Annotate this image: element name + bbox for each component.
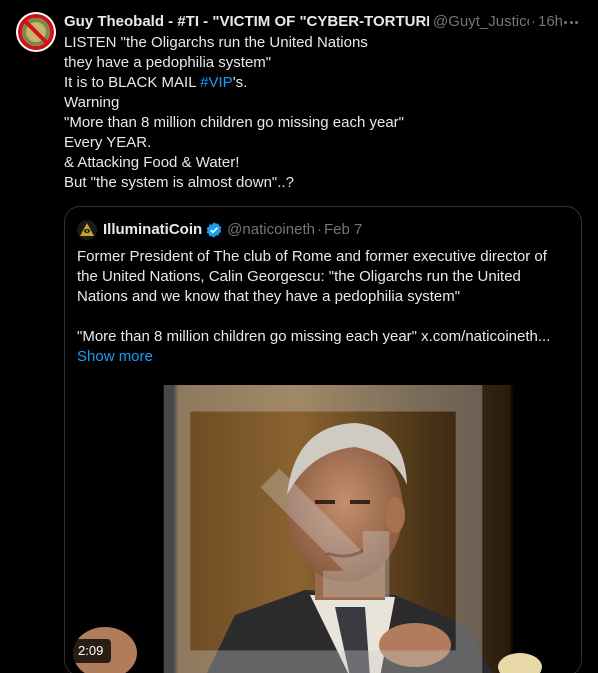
tweet-text: LISTEN "the Oligarchs run the United Nat… [64,33,584,193]
no-symbol-avatar-icon [17,13,55,51]
author-name[interactable]: Guy Theobald - #TI - "VICTIM OF "CYBER-T… [64,12,429,32]
quoted-author-name[interactable]: IlluminatiCoin [103,220,202,240]
tweet-header: Guy Theobald - #TI - "VICTIM OF "CYBER-T… [64,12,586,32]
more-horizontal-icon[interactable] [560,11,582,33]
tweet[interactable]: Guy Theobald - #TI - "VICTIM OF "CYBER-T… [0,0,598,673]
tweet-line: Warning [64,94,120,111]
tweet-line: It is to BLACK MAIL #VIP's. [64,73,584,93]
video-player[interactable]: 2:09 [65,385,581,673]
quoted-line: the United Nations, Calin Georgescu: "th… [77,268,521,285]
tweet-line: "More than 8 million children go missing… [64,114,404,131]
hashtag-suffix: 's. [232,74,248,91]
quoted-line: Former President of The club of Rome and… [77,248,547,265]
hashtag-link[interactable]: #VIP [200,74,233,91]
tweet-line: LISTEN "the Oligarchs run the United Nat… [64,34,368,51]
tweet-line-text: It is to BLACK MAIL [64,74,201,91]
author-avatar[interactable] [16,12,56,52]
quoted-line: "More than 8 million children go missing… [77,328,551,345]
quoted-line: Nations and we know that they have a ped… [77,288,461,305]
quoted-author-avatar[interactable] [77,220,97,240]
tweet-line: & Attacking Food & Water! [64,154,240,171]
quoted-tweet-header: IlluminatiCoin @naticoineth · Feb 7 [77,220,362,240]
tweet-line: they have a pedophilia system" [64,54,272,71]
quoted-tweet-text: Former President of The club of Rome and… [77,247,573,367]
verified-badge-icon [206,222,222,238]
tweet-line: But "the system is almost down"..? [64,174,294,191]
video-duration-badge: 2:09 [70,639,112,663]
quoted-timestamp[interactable]: Feb 7 [324,220,362,240]
tweet-line: Every YEAR. [64,134,152,151]
quoted-author-handle[interactable]: @naticoineth [227,220,315,240]
separator: · [531,13,536,30]
expand-icon[interactable] [65,385,581,673]
separator: · [316,221,322,238]
show-more-link[interactable]: Show more [77,347,573,367]
quoted-tweet[interactable]: IlluminatiCoin @naticoineth · Feb 7 Form… [64,206,582,673]
author-handle[interactable]: @Guyt_Justice [433,12,529,32]
illuminati-eye-icon [77,220,97,240]
